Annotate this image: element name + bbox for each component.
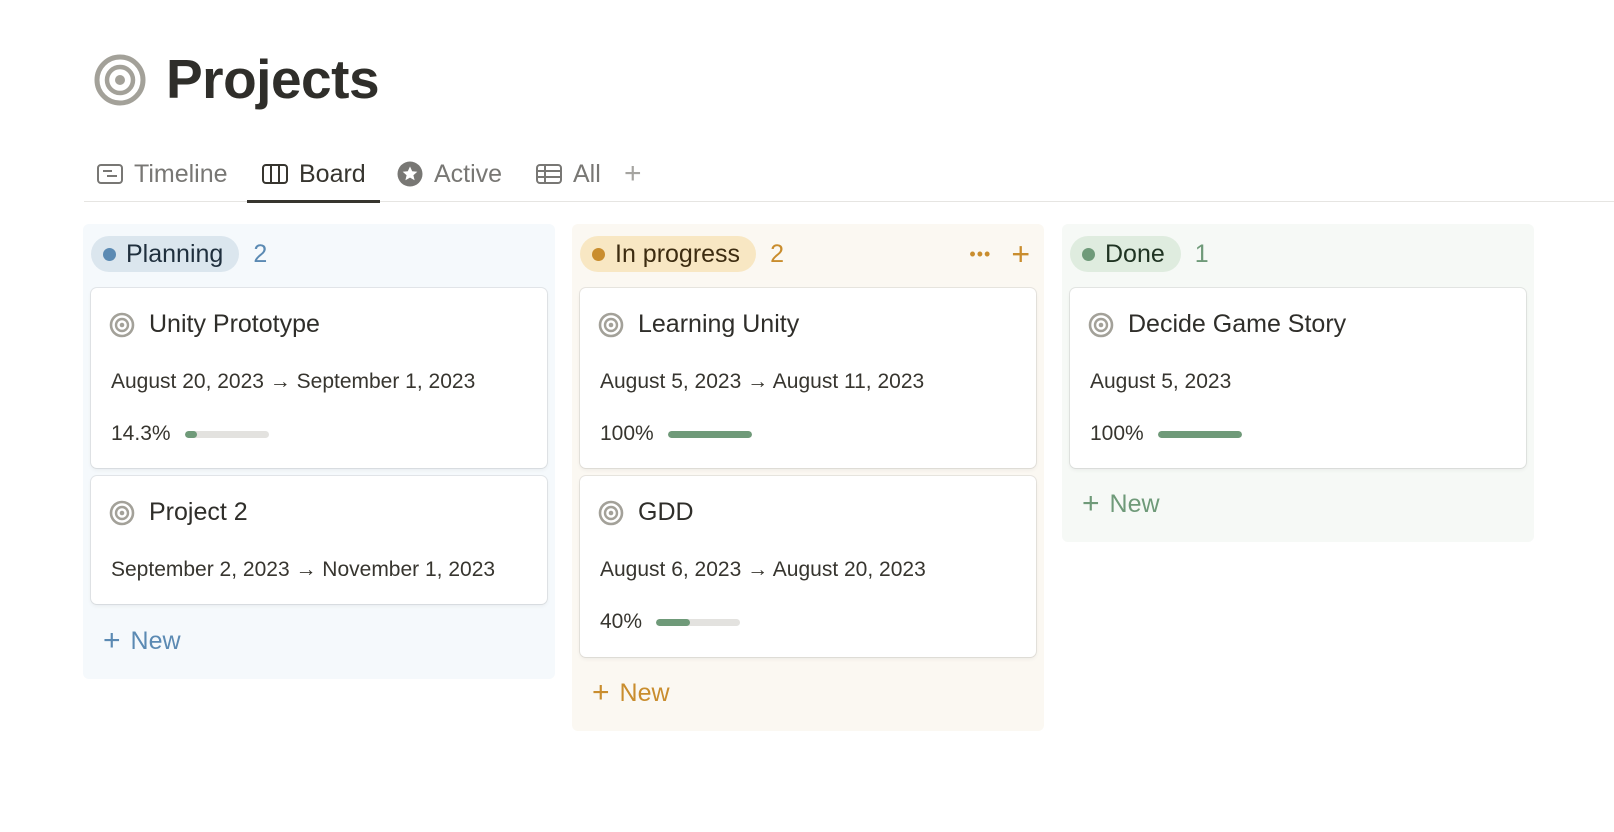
card-progress: 100%: [600, 422, 752, 446]
card-progress: 14.3%: [111, 422, 269, 446]
card-progress: 100%: [1090, 422, 1242, 446]
page-header: Projects: [94, 48, 380, 110]
plus-icon: +: [103, 624, 121, 657]
card-title-text: Decide Game Story: [1128, 310, 1347, 338]
add-view-button[interactable]: +: [624, 146, 642, 202]
card-dates: August 20, 2023 → September 1, 2023: [111, 370, 476, 393]
card-dates: August 5, 2023: [1090, 370, 1232, 393]
tab-label: All: [573, 159, 601, 188]
card-title: Decide Game Story: [1088, 310, 1346, 339]
progress-fill: [667, 430, 752, 438]
card-title: Unity Prototype: [109, 310, 320, 339]
target-icon: [109, 312, 135, 337]
card-title: Learning Unity: [598, 310, 799, 339]
card-dates: August 6, 2023 → August 20, 2023: [600, 558, 926, 581]
progress-bar: [667, 430, 752, 438]
plus-icon: +: [1082, 487, 1100, 520]
progress-label: 100%: [600, 422, 654, 445]
column-done: Done 1 Decide Game Story August 5, 2023 …: [1062, 224, 1534, 542]
target-icon: [1088, 312, 1114, 337]
status-label: Done: [1105, 239, 1165, 268]
progress-fill: [1157, 430, 1242, 438]
status-badge[interactable]: Planning: [91, 236, 240, 272]
tab-label: Board: [299, 159, 366, 188]
page-title: Projects: [166, 48, 380, 110]
status-badge[interactable]: In progress: [580, 236, 757, 272]
column-count: 2: [770, 239, 784, 268]
card-progress: 40%: [600, 610, 741, 634]
card-title-text: GDD: [638, 498, 694, 526]
plus-icon: +: [624, 157, 642, 190]
column-header: Planning 2: [91, 236, 547, 272]
column-count: 1: [1194, 239, 1209, 268]
progress-fill: [656, 618, 690, 626]
project-card[interactable]: Project 2 September 2, 2023 → November 1…: [91, 476, 547, 604]
board-icon: [262, 164, 288, 184]
column-header: In progress 2 ••• +: [580, 236, 1036, 272]
status-dot: [592, 247, 605, 261]
timeline-icon: [97, 164, 123, 184]
target-icon[interactable]: [94, 54, 146, 106]
new-label: New: [619, 678, 670, 707]
new-label: New: [1109, 489, 1160, 518]
progress-label: 14.3%: [111, 422, 171, 445]
tab-all[interactable]: All: [535, 146, 601, 202]
project-card[interactable]: Decide Game Story August 5, 2023 100%: [1070, 288, 1526, 468]
new-label: New: [130, 626, 181, 655]
project-card[interactable]: Learning Unity August 5, 2023 → August 1…: [580, 288, 1036, 468]
tab-board[interactable]: Board: [247, 146, 380, 203]
project-card[interactable]: GDD August 6, 2023 → August 20, 2023 40%: [580, 476, 1036, 657]
tab-label: Timeline: [134, 159, 228, 188]
status-dot: [1082, 247, 1095, 261]
plus-icon: +: [592, 676, 610, 709]
new-card-button[interactable]: + New: [592, 678, 670, 708]
progress-bar: [1157, 430, 1242, 438]
tab-active[interactable]: Active: [396, 146, 502, 202]
target-icon: [598, 312, 624, 337]
card-title: Project 2: [109, 498, 248, 527]
card-title-text: Project 2: [149, 498, 248, 526]
column-header: Done 1: [1070, 236, 1526, 272]
column-actions: ••• +: [969, 238, 1030, 270]
view-tabs: Timeline Board Active All +: [84, 146, 1614, 203]
status-dot: [103, 247, 116, 261]
progress-label: 40%: [600, 610, 643, 633]
tab-label: Active: [434, 159, 503, 188]
add-card-icon[interactable]: +: [1011, 238, 1030, 270]
card-title-text: Learning Unity: [638, 310, 800, 338]
star-icon: [397, 161, 423, 187]
table-icon: [536, 164, 562, 184]
progress-label: 100%: [1090, 422, 1144, 445]
status-label: Planning: [126, 239, 224, 268]
target-icon: [109, 500, 135, 525]
card-title-text: Unity Prototype: [149, 310, 320, 338]
new-card-button[interactable]: + New: [103, 626, 181, 656]
target-icon: [598, 500, 624, 525]
progress-bar: [184, 430, 269, 438]
status-badge[interactable]: Done: [1070, 236, 1181, 272]
column-planning: Planning 2 Unity Prototype August 20, 20…: [83, 224, 555, 679]
card-dates: August 5, 2023 → August 11, 2023: [600, 370, 925, 393]
progress-bar: [656, 618, 741, 626]
column-in-progress: In progress 2 ••• + Learning Unity Augus…: [572, 224, 1044, 731]
progress-fill: [184, 430, 197, 438]
new-card-button[interactable]: + New: [1082, 489, 1160, 519]
status-label: In progress: [615, 239, 741, 268]
project-card[interactable]: Unity Prototype August 20, 2023 → Septem…: [91, 288, 547, 468]
tab-timeline[interactable]: Timeline: [96, 146, 228, 202]
card-dates: September 2, 2023 → November 1, 2023: [111, 558, 496, 581]
column-count: 2: [253, 239, 268, 268]
more-options-icon[interactable]: •••: [969, 244, 991, 265]
projects-page: Projects Timeline Board Active All + Pla…: [0, 0, 1614, 832]
card-title: GDD: [598, 498, 694, 527]
